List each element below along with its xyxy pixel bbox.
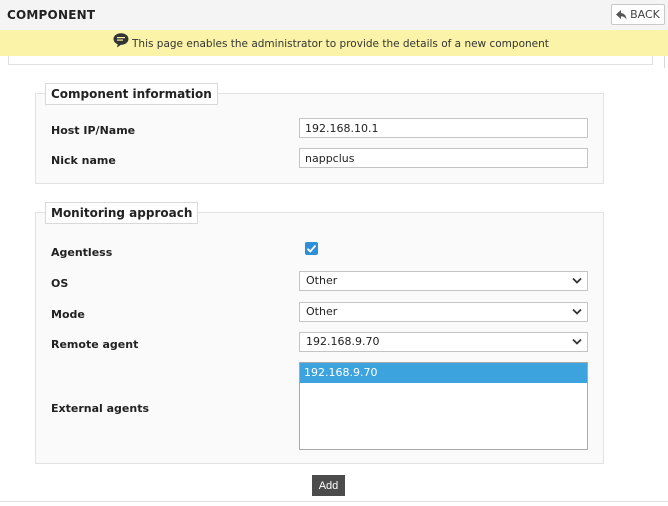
mode-label: Mode — [51, 308, 85, 321]
mode-select-value: Other — [306, 305, 338, 318]
page-header: COMPONENT BACK — [0, 0, 668, 30]
component-information-panel — [35, 93, 604, 184]
info-banner: This page enables the administrator to p… — [0, 30, 668, 56]
mode-select[interactable]: Other — [299, 302, 588, 322]
chevron-down-icon — [572, 338, 582, 345]
external-agent-option[interactable]: 192.168.9.70 — [300, 363, 587, 383]
divider — [664, 56, 665, 68]
back-button[interactable]: BACK — [611, 4, 665, 25]
host-input[interactable] — [299, 118, 588, 138]
nick-name-input[interactable] — [299, 148, 588, 168]
page-title: COMPONENT — [7, 8, 96, 22]
remote-agent-select-value: 192.168.9.70 — [306, 335, 380, 348]
banner-bottom-edge — [8, 56, 653, 65]
chevron-down-icon — [572, 308, 582, 315]
os-label: OS — [51, 277, 69, 290]
chevron-down-icon — [572, 277, 582, 284]
host-label: Host IP/Name — [51, 124, 136, 137]
external-agents-listbox[interactable]: 192.168.9.70 — [299, 362, 588, 450]
checkmark-icon — [306, 244, 317, 253]
monitoring-approach-legend: Monitoring approach — [45, 202, 199, 224]
os-select[interactable]: Other — [299, 271, 588, 291]
divider — [0, 501, 668, 502]
component-information-legend: Component information — [45, 83, 218, 105]
speech-bubble-icon — [113, 33, 129, 48]
nick-name-label: Nick name — [51, 154, 116, 167]
add-button[interactable]: Add — [312, 475, 345, 496]
back-button-label: BACK — [630, 8, 660, 21]
remote-agent-label: Remote agent — [51, 338, 139, 351]
remote-agent-select[interactable]: 192.168.9.70 — [299, 332, 588, 352]
os-select-value: Other — [306, 274, 338, 287]
back-arrow-icon — [616, 9, 627, 19]
external-agents-label: External agents — [51, 402, 150, 415]
info-banner-text: This page enables the administrator to p… — [132, 38, 549, 50]
agentless-label: Agentless — [51, 246, 113, 259]
agentless-checkbox[interactable] — [305, 242, 318, 255]
